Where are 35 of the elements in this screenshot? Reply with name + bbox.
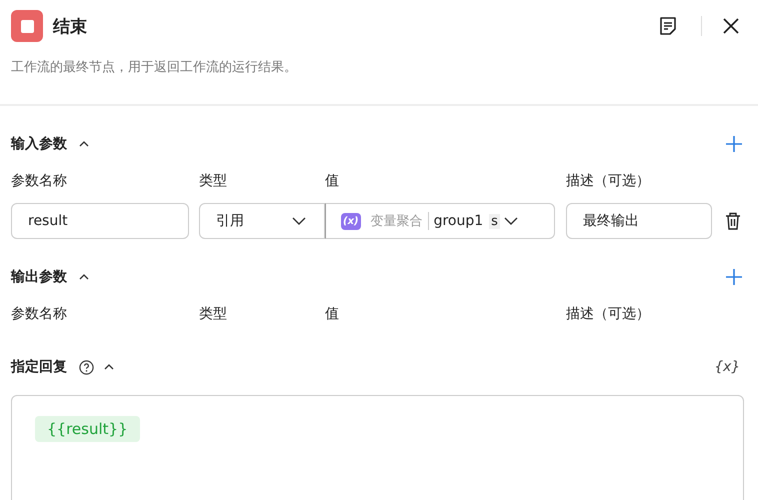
panel-title: 结束: [53, 16, 87, 38]
close-icon[interactable]: [722, 17, 740, 35]
column-header: 类型: [199, 305, 228, 323]
column-header: 类型: [199, 172, 228, 190]
trash-icon[interactable]: [725, 212, 741, 230]
chevron-down-icon: [504, 217, 518, 225]
value-type-tag: s: [489, 214, 500, 228]
section-title: 指定回复: [11, 358, 67, 376]
variable-badge: (x): [341, 212, 361, 230]
value-source: 变量聚合: [370, 212, 429, 230]
section-title: 输入参数: [11, 135, 67, 153]
insert-variable-button[interactable]: {x}: [712, 359, 742, 375]
column-header: 描述（可选）: [566, 172, 651, 190]
chevron-icon[interactable]: [104, 364, 114, 370]
add-icon[interactable]: [726, 269, 742, 285]
column-header: 值: [325, 172, 340, 190]
end-node-icon: [11, 10, 43, 42]
value-select[interactable]: (x) 变量聚合 group1 s: [325, 203, 555, 239]
chevron-icon[interactable]: [79, 274, 89, 280]
note-icon[interactable]: [657, 15, 679, 37]
name-field[interactable]: result: [11, 203, 189, 239]
type-select[interactable]: 引用: [199, 203, 325, 239]
chevron-down-icon: [292, 217, 306, 225]
value-name: group1: [434, 213, 484, 229]
description-field[interactable]: 最终输出: [566, 203, 712, 239]
help-icon[interactable]: [79, 360, 94, 374]
node-description: 工作流的最终节点，用于返回工作流的运行结果。: [10, 59, 298, 76]
add-icon[interactable]: [726, 136, 742, 152]
column-header: 描述（可选）: [566, 305, 651, 323]
column-header: 参数名称: [11, 305, 68, 323]
chevron-icon[interactable]: [79, 141, 89, 147]
column-header: 值: [325, 305, 340, 323]
section-title: 输出参数: [11, 268, 67, 286]
variable-token: {{result}}: [35, 416, 140, 442]
column-header: 参数名称: [11, 172, 68, 190]
